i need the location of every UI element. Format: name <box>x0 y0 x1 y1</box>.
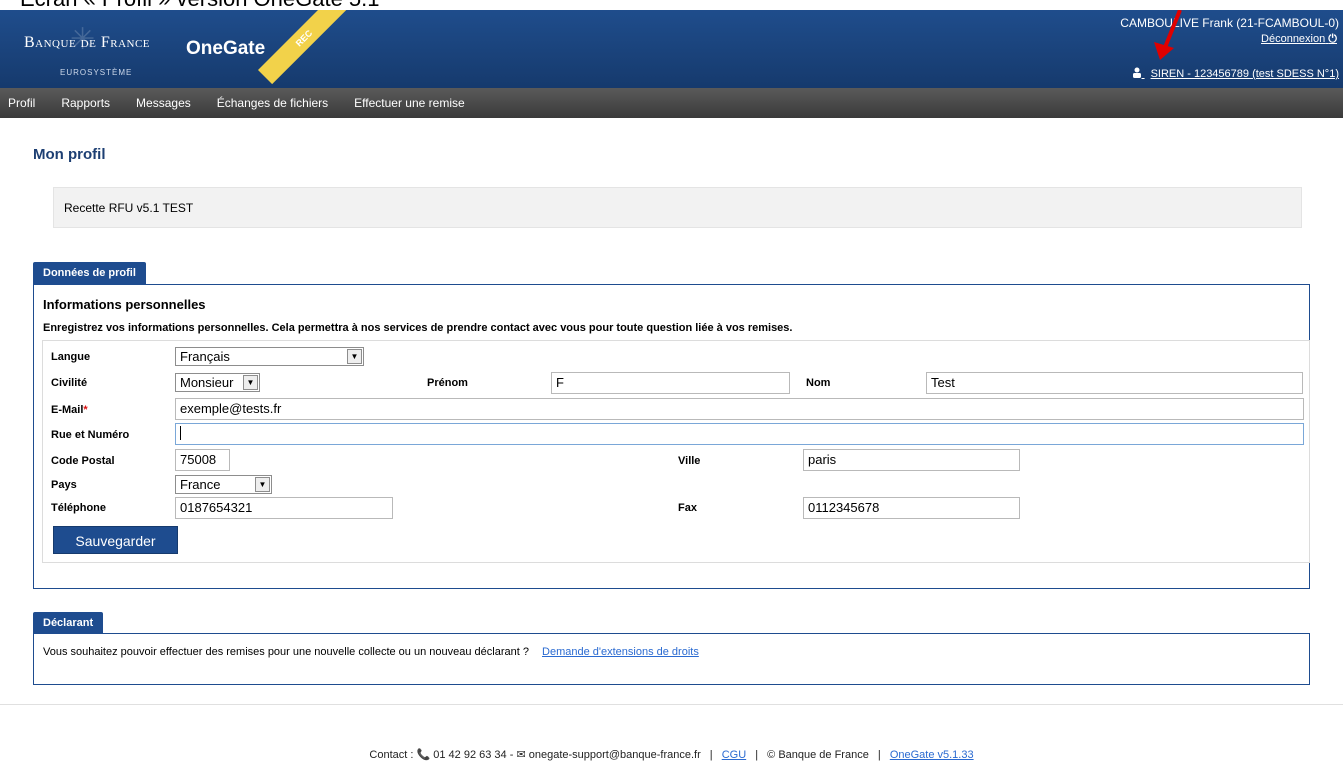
label-email: E-Mail* <box>51 404 88 416</box>
user-icon <box>1132 67 1145 80</box>
nav-item-echanges[interactable]: Échanges de fichiers <box>204 96 341 110</box>
pays-value: France <box>180 477 221 492</box>
section-title: Informations personnelles <box>43 297 206 312</box>
brand-logo: Banque de France <box>24 34 151 51</box>
brand-subtitle: EUROSYSTÈME <box>60 68 133 77</box>
section-description: Enregistrez vos informations personnelle… <box>43 322 793 334</box>
telephone-input[interactable]: 0187654321 <box>175 497 393 519</box>
label-civilite: Civilité <box>51 377 88 389</box>
cgu-link[interactable]: CGU <box>722 749 746 761</box>
phone-icon: 📞 <box>416 749 431 761</box>
civilite-value: Monsieur <box>180 375 234 390</box>
code-postal-input[interactable]: 75008 <box>175 449 230 471</box>
prenom-input[interactable]: F <box>551 372 790 394</box>
dropdown-arrow-icon: ▼ <box>243 375 258 390</box>
label-fax: Fax <box>678 502 697 514</box>
langue-select[interactable]: Français ▼ <box>175 347 364 366</box>
tab-declarant[interactable]: Déclarant <box>33 612 104 634</box>
footer-separator: | <box>877 749 881 761</box>
ville-input[interactable]: paris <box>803 449 1020 471</box>
declarant-text: Vous souhaitez pouvoir effectuer des rem… <box>43 646 699 658</box>
email-input[interactable]: exemple@tests.fr <box>175 398 1304 420</box>
logout-label: Déconnexion <box>1261 33 1326 45</box>
label-ville: Ville <box>678 455 701 467</box>
mail-icon: ✉ <box>516 749 526 761</box>
label-pays: Pays <box>51 479 77 491</box>
label-telephone: Téléphone <box>51 502 107 514</box>
label-rue: Rue et Numéro <box>51 429 130 441</box>
contact-email: onegate-support@banque-france.fr <box>528 749 701 761</box>
logout-link[interactable]: Déconnexion ⏻ <box>1261 33 1337 46</box>
nav-item-messages[interactable]: Messages <box>123 96 204 110</box>
civilite-select[interactable]: Monsieur ▼ <box>175 373 260 392</box>
footer-separator: | <box>709 749 713 761</box>
contact-label: Contact : <box>369 749 414 761</box>
rue-input[interactable] <box>175 423 1304 445</box>
nav-item-rapports[interactable]: Rapports <box>48 96 123 110</box>
rec-ribbon: REC <box>258 10 350 85</box>
save-button[interactable]: Sauvegarder <box>53 526 178 554</box>
siren-label: SIREN - 123456789 (test SDESS N°1) <box>1150 68 1339 80</box>
contact-phone: 01 42 92 63 34 - <box>433 749 514 761</box>
label-nom: Nom <box>806 377 831 389</box>
nav-item-remise[interactable]: Effectuer une remise <box>341 96 478 110</box>
label-langue: Langue <box>51 351 91 363</box>
extension-rights-link[interactable]: Demande d'extensions de droits <box>542 646 699 658</box>
app-header: ✳ Banque de France EUROSYSTÈME OneGate R… <box>0 10 1343 88</box>
footer-separator: | <box>755 749 759 761</box>
label-email-text: E-Mail <box>51 404 84 416</box>
page-title: Mon profil <box>33 146 106 163</box>
tab-donnees-profil[interactable]: Données de profil <box>33 262 146 284</box>
info-box: Recette RFU v5.1 TEST <box>53 187 1302 228</box>
main-nav: Profil Rapports Messages Échanges de fic… <box>0 88 1343 118</box>
declarant-panel <box>33 633 1310 685</box>
required-marker: * <box>83 404 88 416</box>
pays-select[interactable]: France ▼ <box>175 475 272 494</box>
fax-input[interactable]: 0112345678 <box>803 497 1020 519</box>
text-cursor <box>180 426 181 440</box>
app-name: OneGate <box>186 38 266 59</box>
copyright: © Banque de France <box>767 749 869 761</box>
footer: Contact : 📞 01 42 92 63 34 - ✉ onegate-s… <box>0 748 1343 761</box>
langue-value: Français <box>180 349 230 364</box>
power-icon: ⏻ <box>1328 33 1337 45</box>
nav-item-profil[interactable]: Profil <box>0 96 48 110</box>
user-name: CAMBOULIVE Frank (21-FCAMBOUL-0) <box>1120 16 1339 30</box>
label-prenom: Prénom <box>427 377 468 389</box>
dropdown-arrow-icon: ▼ <box>255 477 270 492</box>
version-link[interactable]: OneGate v5.1.33 <box>890 749 974 761</box>
nom-input[interactable]: Test <box>926 372 1303 394</box>
label-code-postal: Code Postal <box>51 455 115 467</box>
siren-link[interactable]: SIREN - 123456789 (test SDESS N°1) <box>1132 67 1339 80</box>
footer-divider <box>0 704 1343 705</box>
declarant-question: Vous souhaitez pouvoir effectuer des rem… <box>43 646 529 658</box>
dropdown-arrow-icon: ▼ <box>347 349 362 364</box>
